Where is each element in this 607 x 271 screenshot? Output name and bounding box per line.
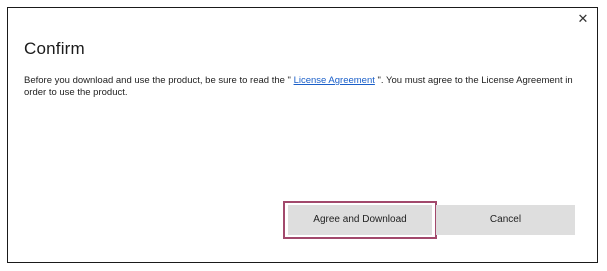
license-agreement-link[interactable]: License Agreement	[294, 75, 375, 86]
dialog-title: Confirm	[24, 39, 85, 58]
message-text-before: Before you download and use the product,…	[24, 75, 294, 86]
cancel-button[interactable]: Cancel	[436, 205, 575, 235]
dialog-message: Before you download and use the product,…	[24, 75, 584, 99]
close-icon[interactable]: ✕	[575, 11, 591, 27]
agree-and-download-button[interactable]: Agree and Download	[288, 205, 432, 235]
